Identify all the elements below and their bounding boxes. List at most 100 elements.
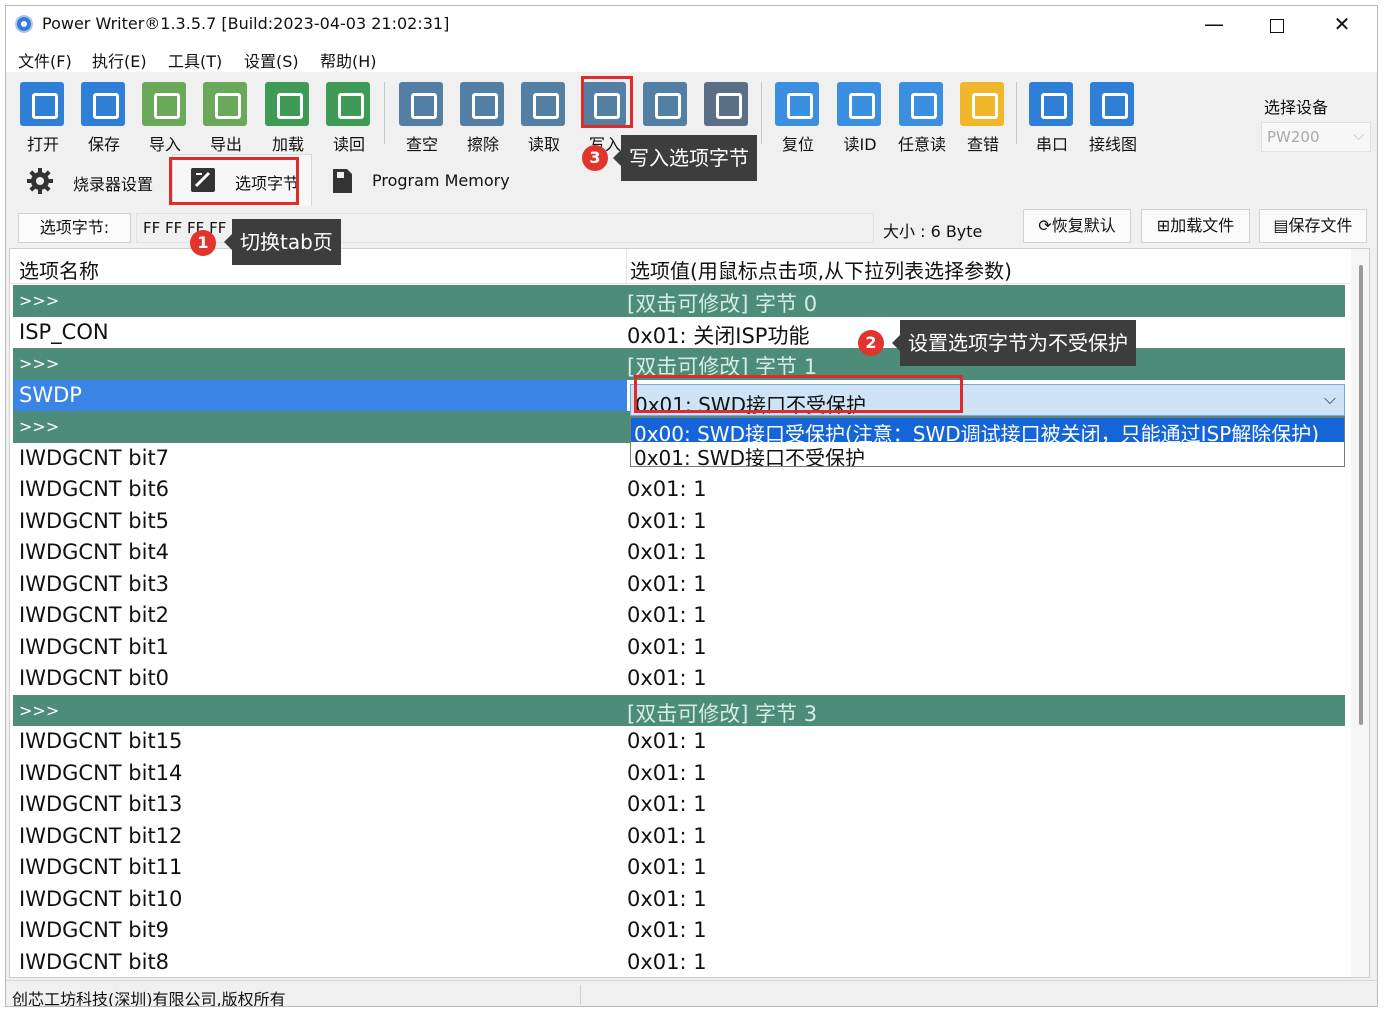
scrollbar-thumb[interactable]: [1359, 265, 1363, 725]
menu-help[interactable]: 帮助(H): [320, 48, 377, 72]
tab-program-memory[interactable]: Program Memory: [318, 154, 518, 206]
table-row[interactable]: IWDGCNT bit11 0x01: 1: [13, 852, 1345, 884]
option-name-cell: >>>: [19, 354, 60, 373]
toolbar-button-read-back[interactable]: 读回: [323, 78, 379, 154]
menu-settings[interactable]: 设置(S): [244, 48, 299, 72]
table-row[interactable]: IWDGCNT bit8 0x01: 1: [13, 947, 1345, 978]
toolbar-button-read-id[interactable]: 读ID: [834, 78, 890, 154]
option-value-cell[interactable]: 0x01: 关闭ISP功能: [627, 320, 809, 350]
chevron-down-icon: ⌵: [1323, 389, 1336, 408]
option-name-cell: SWDP: [19, 382, 82, 407]
annotation-badge-3: 3: [582, 145, 608, 171]
toolbar-button-arbitrary-read[interactable]: 任意读: [896, 78, 952, 154]
table-row[interactable]: IWDGCNT bit4 0x01: 1: [13, 537, 1345, 569]
toolbar-separator: [384, 82, 385, 144]
table-row[interactable]: IWDGCNT bit2 0x01: 1: [13, 600, 1345, 632]
table-row[interactable]: IWDGCNT bit14 0x01: 1: [13, 758, 1345, 790]
table-row[interactable]: IWDGCNT bit3 0x01: 1: [13, 569, 1345, 601]
option-value-cell[interactable]: 0x01: 1: [627, 572, 707, 596]
toolbar-button-label: 读ID: [843, 135, 877, 154]
option-name-cell: IWDGCNT bit7: [19, 445, 170, 470]
toolbar-button-import[interactable]: 导入: [139, 78, 195, 154]
toolbar-button-error-check[interactable]: 查错: [957, 78, 1013, 154]
table-row[interactable]: IWDGCNT bit0 0x01: 1: [13, 663, 1345, 695]
toolbar-button-label: 打开: [26, 135, 59, 154]
dropdown-option-protected[interactable]: 0x00: SWD接口受保护(注意：SWD调试接口被关闭，只能通过ISP解除保护…: [631, 418, 1344, 442]
serial-port-icon: [1029, 82, 1073, 126]
toolbar-button-save[interactable]: 保存: [78, 78, 134, 154]
option-value-cell[interactable]: 0x01: 1: [627, 887, 707, 911]
option-value-cell[interactable]: 0x01: 1: [627, 477, 707, 501]
window-title: Power Writer®1.3.5.7 [Build:2023-04-03 2…: [42, 14, 450, 33]
save-icon: [81, 82, 125, 126]
toolbar-button-label: 导入: [148, 135, 181, 154]
table-row[interactable]: IWDGCNT bit5 0x01: 1: [13, 506, 1345, 538]
arbitrary-read-icon: [899, 82, 943, 126]
option-value-cell[interactable]: 0x01: 1: [627, 855, 707, 879]
toolbar-button-serial-port[interactable]: 串口: [1026, 78, 1082, 154]
annotation-tooltip-1: 切换tab页: [224, 219, 341, 265]
option-value-cell[interactable]: 0x01: 1: [627, 635, 707, 659]
option-value-cell[interactable]: 0x01: 1: [627, 666, 707, 690]
option-value-cell[interactable]: 0x01: 1: [627, 540, 707, 564]
menu-execute[interactable]: 执行(E): [92, 48, 147, 72]
robot-icon: [704, 82, 748, 126]
table-row[interactable]: IWDGCNT bit15 0x01: 1: [13, 726, 1345, 758]
table-row[interactable]: IWDGCNT bit1 0x01: 1: [13, 632, 1345, 664]
option-value-cell[interactable]: 0x01: 1: [627, 761, 707, 785]
restore-default-button[interactable]: ⟳恢复默认: [1023, 209, 1131, 243]
table-row[interactable]: IWDGCNT bit9 0x01: 1: [13, 915, 1345, 947]
table-row[interactable]: IWDGCNT bit10 0x01: 1: [13, 884, 1345, 916]
save-file-button[interactable]: ▤保存文件: [1259, 209, 1367, 243]
dropdown-option-unprotected[interactable]: 0x01: SWD接口不受保护: [631, 442, 1344, 466]
toolbar-button-label: 任意读: [897, 135, 946, 154]
minimize-button[interactable]: —: [1183, 6, 1245, 42]
wiring-diagram-icon: [1090, 82, 1134, 126]
device-select[interactable]: PW200 ⌵: [1261, 122, 1371, 152]
maximize-button[interactable]: [1246, 6, 1308, 42]
chevron-down-icon: ⌵: [1353, 128, 1364, 144]
tab-programmer-settings[interactable]: 烧录器设置: [16, 154, 166, 206]
menu-file[interactable]: 文件(F): [18, 48, 72, 72]
option-value-cell[interactable]: 0x01: 1: [627, 603, 707, 627]
option-value-cell[interactable]: [双击可修改] 字节 3: [627, 698, 817, 728]
tab-programmer-settings-label: 烧录器设置: [73, 175, 154, 194]
section-row[interactable]: >>> [双击可修改] 字节 3: [13, 694, 1345, 728]
option-value-cell[interactable]: 0x01: 1: [627, 824, 707, 848]
toolbar-button-erase[interactable]: 擦除: [457, 78, 513, 154]
table-row[interactable]: IWDGCNT bit12 0x01: 1: [13, 821, 1345, 853]
table-row[interactable]: IWDGCNT bit13 0x01: 1: [13, 789, 1345, 821]
toolbar-button-read[interactable]: 读取: [518, 78, 574, 154]
toolbar-button-wiring-diagram[interactable]: 接线图: [1087, 78, 1143, 154]
toolbar-button-export[interactable]: 导出: [200, 78, 256, 154]
option-value-cell[interactable]: 0x01: 1: [627, 729, 707, 753]
option-name-cell: IWDGCNT bit10: [19, 886, 183, 911]
export-icon: [203, 82, 247, 126]
column-divider[interactable]: [626, 249, 627, 284]
close-button[interactable]: ✕: [1311, 6, 1373, 42]
option-name-cell: >>>: [19, 291, 60, 310]
annotation-badge-1: 1: [190, 230, 216, 256]
option-value-cell[interactable]: 0x01: 1: [627, 950, 707, 974]
save-file-icon: ▤: [1273, 216, 1289, 235]
option-value-cell[interactable]: 0x01: 1: [627, 509, 707, 533]
add-file-icon: ⊞: [1156, 216, 1171, 235]
gear-icon: [27, 168, 53, 194]
toolbar-button-label: 加载: [271, 135, 304, 154]
section-row[interactable]: >>> [双击可修改] 字节 0: [13, 285, 1345, 317]
toolbar-button-folder-open[interactable]: 打开: [17, 78, 73, 154]
toolbar-button-reset[interactable]: 复位: [772, 78, 828, 154]
table-row[interactable]: ISP_CON 0x01: 关闭ISP功能: [13, 317, 1345, 349]
table-row[interactable]: IWDGCNT bit6 0x01: 1: [13, 474, 1345, 506]
toolbar-button-label: 复位: [781, 135, 814, 154]
toolbar-button-load[interactable]: 加载: [262, 78, 318, 154]
toolbar-button-label: 导出: [209, 135, 242, 154]
option-value-cell[interactable]: 0x01: 1: [627, 792, 707, 816]
load-file-button[interactable]: ⊞加载文件: [1141, 209, 1250, 243]
toolbar-button-blank-check[interactable]: 查空: [396, 78, 452, 154]
menu-tools[interactable]: 工具(T): [168, 48, 222, 72]
option-value-cell[interactable]: 0x01: 1: [627, 918, 707, 942]
toolbar-button-label: 擦除: [466, 135, 499, 154]
highlight-option-bytes-tab: [169, 157, 299, 205]
option-value-cell[interactable]: [双击可修改] 字节 0: [627, 288, 817, 318]
